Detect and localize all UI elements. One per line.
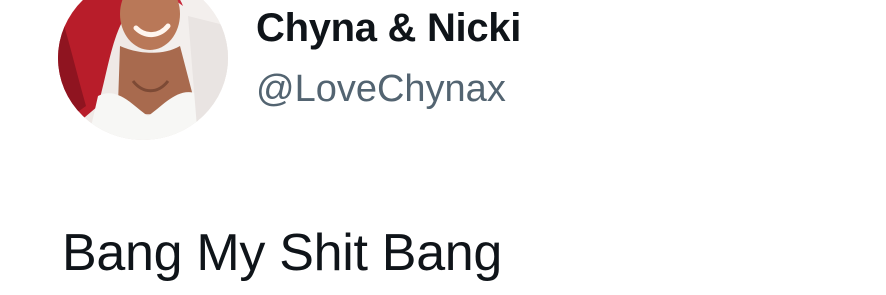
tweet-card: Chyna & Nicki @LoveChynax Bang My Shit B… <box>0 0 886 295</box>
user-handle[interactable]: @LoveChynax <box>256 66 506 112</box>
tweet-text: Bang My Shit Bang <box>62 224 503 282</box>
display-name[interactable]: Chyna & Nicki <box>256 4 521 52</box>
avatar[interactable] <box>58 0 228 140</box>
profile-photo-icon <box>58 0 228 140</box>
